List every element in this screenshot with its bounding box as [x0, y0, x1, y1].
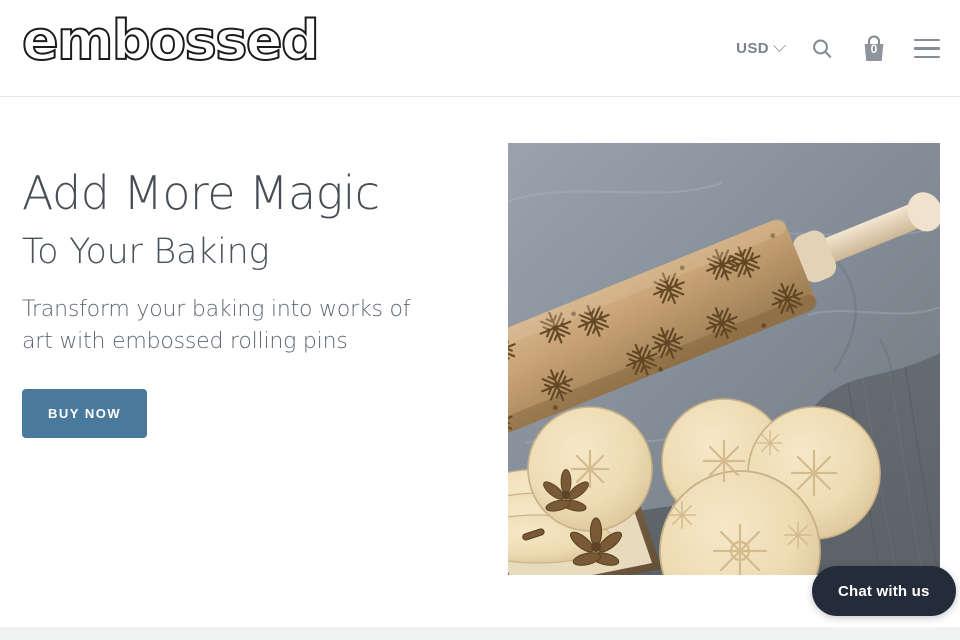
hero-subheadline: To Your Baking — [22, 231, 270, 272]
chevron-down-icon — [773, 39, 786, 53]
rolling-pin-photo — [508, 143, 940, 575]
menu-button[interactable] — [914, 38, 940, 59]
footer-strip — [0, 627, 960, 640]
cart-count: 0 — [870, 41, 878, 56]
cart-button[interactable]: 0 — [860, 33, 888, 65]
hamburger-line — [914, 47, 940, 50]
hero-paragraph: Transform your baking into works of art … — [22, 296, 411, 355]
header-actions: USD 0 — [736, 0, 940, 97]
hamburger-line — [914, 38, 940, 42]
page-root: embossed USD 0 Add More Magic To Your Ba… — [0, 0, 960, 640]
site-header: embossed USD 0 — [0, 0, 960, 97]
search-icon — [813, 39, 832, 58]
site-logo[interactable]: embossed — [21, 13, 321, 69]
hero-product-image — [508, 143, 940, 575]
hero-section: Add More Magic To Your Baking Transform … — [0, 97, 960, 627]
hero-copy: Add More Magic To Your Baking Transform … — [22, 169, 472, 438]
currency-selector[interactable]: USD — [736, 39, 786, 57]
buy-now-button[interactable]: BUY NOW — [22, 388, 148, 438]
search-button[interactable] — [810, 37, 834, 61]
currency-label: USD — [736, 40, 769, 57]
hamburger-line — [914, 55, 940, 59]
hero-headline: Add More Magic — [22, 166, 380, 220]
chat-widget-button[interactable]: Chat with us — [812, 566, 956, 616]
